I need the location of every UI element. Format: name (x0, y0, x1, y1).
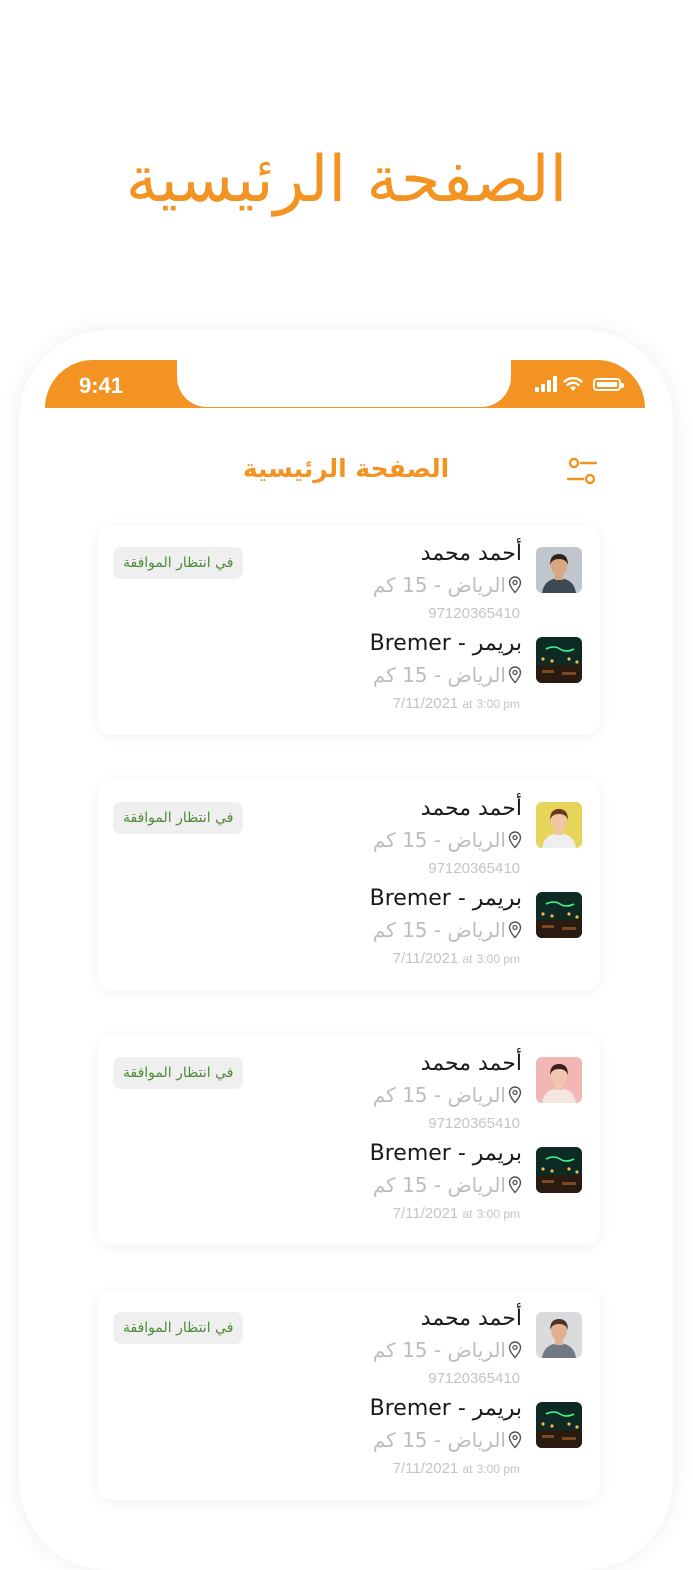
booking-at: at (462, 952, 473, 966)
user-location: الرياض - 15 كم (373, 1083, 522, 1107)
user-name: أحمد محمد (420, 1306, 522, 1331)
battery-icon (593, 377, 624, 391)
location-pin-icon (508, 921, 522, 939)
booking-time: 3:00 pm (476, 697, 520, 711)
venue-name: بريمر - Bremer (369, 1141, 522, 1166)
wifi-icon (563, 377, 583, 391)
venue-location: الرياض - 15 كم (373, 918, 522, 942)
location-pin-icon (508, 666, 522, 684)
user-name: أحمد محمد (420, 796, 522, 821)
request-card[interactable]: في انتظار الموافقة أحمد محمد الرياض - 15… (98, 780, 600, 990)
booking-date: 7/11/2021 (392, 1460, 459, 1477)
user-location: الرياض - 15 كم (373, 573, 522, 597)
venue-location: الرياض - 15 كم (373, 1173, 522, 1197)
venue-name: بريمر - Bremer (369, 1396, 522, 1421)
venue-row: بريمر - Bremer الرياض - 15 كم 7/11/2021 … (282, 886, 582, 982)
avatar[interactable] (536, 547, 582, 593)
booking-at: at (462, 1207, 473, 1221)
sliders-filter-icon (566, 457, 598, 485)
request-card[interactable]: في انتظار الموافقة أحمد محمد الرياض - 15… (98, 1290, 600, 1500)
status-time: 9:41 (79, 373, 124, 398)
filter-button[interactable] (564, 454, 600, 490)
venue-location-text: الرياض - 15 كم (372, 1173, 506, 1197)
user-location-text: الرياض - 15 كم (372, 1083, 506, 1107)
booking-at: at (462, 1462, 473, 1476)
status-badge: في انتظار الموافقة (113, 1312, 244, 1344)
booking-datetime: 7/11/2021 at 3:00 pm (393, 1460, 520, 1477)
user-row: أحمد محمد الرياض - 15 كم 97120365410 (282, 1051, 582, 1147)
user-row: أحمد محمد الرياض - 15 كم 97120365410 (282, 796, 582, 892)
venue-location-text: الرياض - 15 كم (372, 1428, 506, 1452)
venue-row: بريمر - Bremer الرياض - 15 كم 7/11/2021 … (282, 1141, 582, 1237)
user-row: أحمد محمد الرياض - 15 كم 97120365410 (282, 541, 582, 637)
location-pin-icon (508, 1431, 522, 1449)
booking-date: 7/11/2021 (392, 695, 459, 712)
venue-thumbnail[interactable] (536, 637, 582, 683)
venue-name: بريمر - Bremer (369, 631, 522, 656)
status-icons (535, 376, 624, 392)
phone-frame: 9:41 الصفحة الرئيسية في انتظار الموافقة … (19, 330, 673, 1570)
user-name: أحمد محمد (420, 1051, 522, 1076)
venue-location-text: الرياض - 15 كم (372, 918, 506, 942)
user-location: الرياض - 15 كم (373, 828, 522, 852)
user-name: أحمد محمد (420, 541, 522, 566)
venue-name: بريمر - Bremer (369, 886, 522, 911)
notch (177, 360, 511, 407)
booking-datetime: 7/11/2021 at 3:00 pm (393, 1205, 520, 1222)
status-bar: 9:41 (45, 360, 645, 408)
venue-thumbnail[interactable] (536, 1402, 582, 1448)
avatar[interactable] (536, 1312, 582, 1358)
booking-at: at (462, 697, 473, 711)
booking-datetime: 7/11/2021 at 3:00 pm (393, 695, 520, 712)
venue-thumbnail[interactable] (536, 892, 582, 938)
location-pin-icon (508, 1086, 522, 1104)
user-phone: 97120365410 (428, 605, 520, 622)
location-pin-icon (508, 1341, 522, 1359)
status-badge: في انتظار الموافقة (113, 1057, 244, 1089)
booking-date: 7/11/2021 (392, 1205, 459, 1222)
user-location-text: الرياض - 15 كم (372, 573, 506, 597)
user-phone: 97120365410 (428, 1115, 520, 1132)
request-card[interactable]: في انتظار الموافقة أحمد محمد الرياض - 15… (98, 525, 600, 735)
status-badge: في انتظار الموافقة (113, 547, 244, 579)
booking-time: 3:00 pm (476, 1207, 520, 1221)
booking-time: 3:00 pm (476, 952, 520, 966)
location-pin-icon (508, 831, 522, 849)
status-badge: في انتظار الموافقة (113, 802, 244, 834)
user-location-text: الرياض - 15 كم (372, 828, 506, 852)
user-phone: 97120365410 (428, 860, 520, 877)
user-phone: 97120365410 (428, 1370, 520, 1387)
venue-row: بريمر - Bremer الرياض - 15 كم 7/11/2021 … (282, 1396, 582, 1492)
location-pin-icon (508, 1176, 522, 1194)
user-location-text: الرياض - 15 كم (372, 1338, 506, 1362)
venue-location: الرياض - 15 كم (373, 1428, 522, 1452)
signal-bars-icon (535, 376, 557, 392)
venue-location-text: الرياض - 15 كم (372, 663, 506, 687)
hero-title: الصفحة الرئيسية (125, 143, 568, 217)
booking-datetime: 7/11/2021 at 3:00 pm (393, 950, 520, 967)
request-card[interactable]: في انتظار الموافقة أحمد محمد الرياض - 15… (98, 1035, 600, 1245)
user-row: أحمد محمد الرياض - 15 كم 97120365410 (282, 1306, 582, 1402)
user-location: الرياض - 15 كم (373, 1338, 522, 1362)
booking-time: 3:00 pm (476, 1462, 520, 1476)
venue-thumbnail[interactable] (536, 1147, 582, 1193)
avatar[interactable] (536, 1057, 582, 1103)
booking-date: 7/11/2021 (392, 950, 459, 967)
location-pin-icon (508, 576, 522, 594)
app-header: الصفحة الرئيسية (19, 448, 673, 492)
venue-row: بريمر - Bremer الرياض - 15 كم 7/11/2021 … (282, 631, 582, 727)
avatar[interactable] (536, 802, 582, 848)
venue-location: الرياض - 15 كم (373, 663, 522, 687)
